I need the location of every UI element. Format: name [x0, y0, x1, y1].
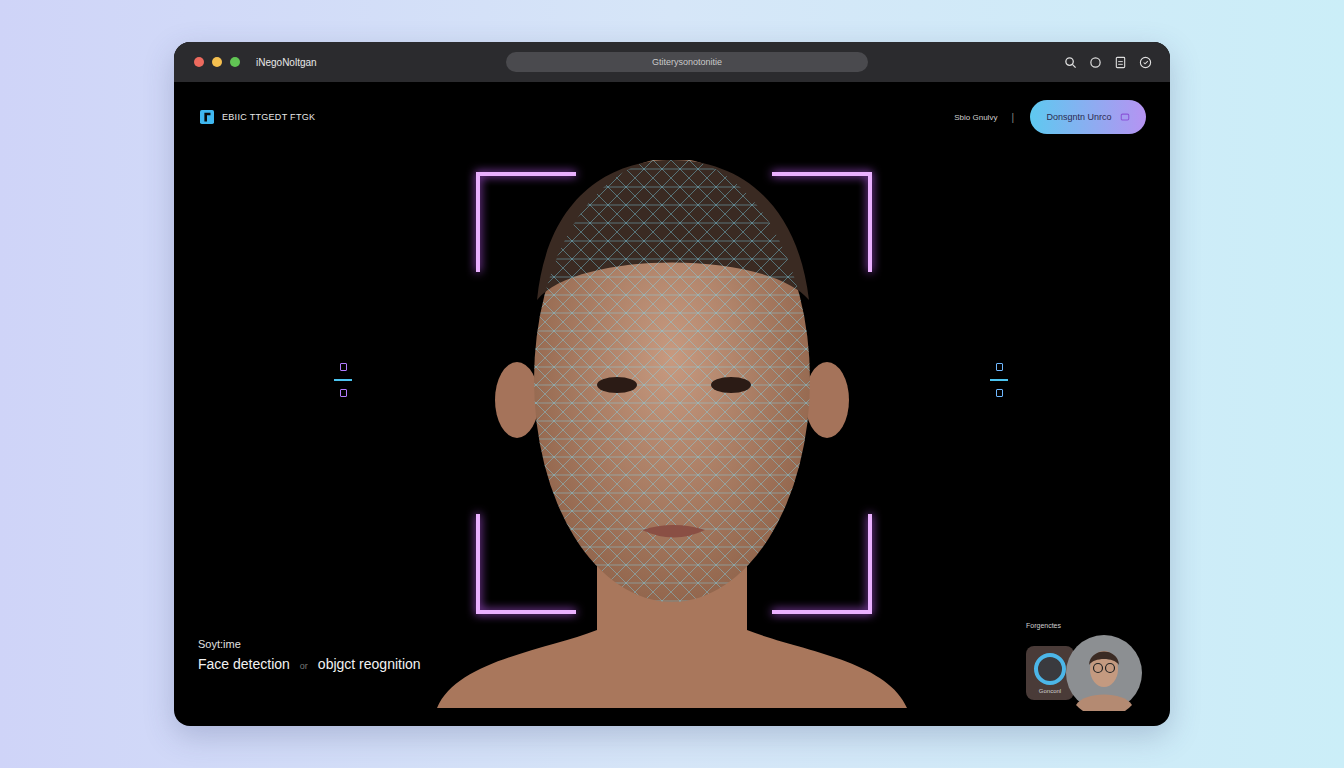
headline-part: Face detection [198, 656, 290, 672]
marker-dash [990, 379, 1008, 381]
browser-window: iNegoNoltgan Gtiterysonotonitie EBIIC TT… [174, 42, 1170, 726]
eyebrow: Soyt:ime [198, 638, 421, 650]
logo-text: EBIIC TTGEDT FTGK [222, 112, 315, 122]
title-bar: iNegoNoltgan Gtiterysonotonitie [174, 42, 1170, 82]
search-icon[interactable] [1064, 56, 1077, 69]
traffic-light[interactable] [194, 57, 204, 67]
focus-bracket [772, 172, 872, 272]
capture-ring-icon [1034, 653, 1066, 685]
marker-glyph-icon [996, 389, 1003, 397]
toolbar [1064, 56, 1152, 69]
window-title: iNegoNoltgan [256, 57, 496, 68]
separator: | [1011, 112, 1014, 123]
thumb-label: Gonconl [1039, 688, 1061, 694]
headline-part: objgct reognition [318, 656, 421, 672]
face-photo [437, 160, 907, 708]
marker-dash [334, 379, 352, 381]
side-marker [990, 363, 1008, 397]
desktop-background: iNegoNoltgan Gtiterysonotonitie EBIIC TT… [0, 0, 1344, 768]
traffic-light[interactable] [230, 57, 240, 67]
focus-bracket [476, 172, 576, 272]
window-icon [1120, 112, 1130, 122]
address-url: Gtiterysonotonitie [652, 57, 722, 67]
address-bar[interactable]: Gtiterysonotonitie [506, 52, 868, 72]
headline-part: or [300, 661, 308, 671]
shield-icon[interactable] [1139, 56, 1152, 69]
headline: Face detection or objgct reognition [198, 656, 421, 672]
marker-glyph-icon [340, 363, 347, 371]
hero-stage: Soyt:ime Face detection or objgct reogniti… [174, 152, 1170, 726]
site-header: EBIIC TTGEDT FTGK Sbio Gnulvy | Donsgntn… [174, 82, 1170, 152]
side-marker [334, 363, 352, 397]
focus-bracket [476, 514, 576, 614]
page-content: EBIIC TTGEDT FTGK Sbio Gnulvy | Donsgntn… [174, 82, 1170, 726]
window-controls [194, 57, 240, 67]
preview-label: Forgenctes [1026, 622, 1142, 629]
avatar-photo[interactable] [1066, 635, 1142, 711]
logo-icon [200, 110, 214, 124]
brand[interactable]: EBIIC TTGEDT FTGK [200, 110, 315, 124]
circle-icon[interactable] [1089, 56, 1102, 69]
cta-label: Donsgntn Unrco [1046, 112, 1111, 122]
marker-glyph-icon [996, 363, 1003, 371]
marker-glyph-icon [340, 389, 347, 397]
tabs-icon[interactable] [1114, 56, 1127, 69]
cta-button[interactable]: Donsgntn Unrco [1030, 100, 1146, 134]
hero-caption: Soyt:ime Face detection or objgct reogniti… [198, 638, 421, 672]
header-nav: Sbio Gnulvy | Donsgntn Unrco [954, 100, 1146, 134]
preview-row: Gonconl [1026, 635, 1142, 711]
nav-link[interactable]: Sbio Gnulvy [954, 113, 997, 122]
preview-panel: Forgenctes Gonconl [1026, 622, 1142, 711]
focus-bracket [772, 514, 872, 614]
traffic-light[interactable] [212, 57, 222, 67]
